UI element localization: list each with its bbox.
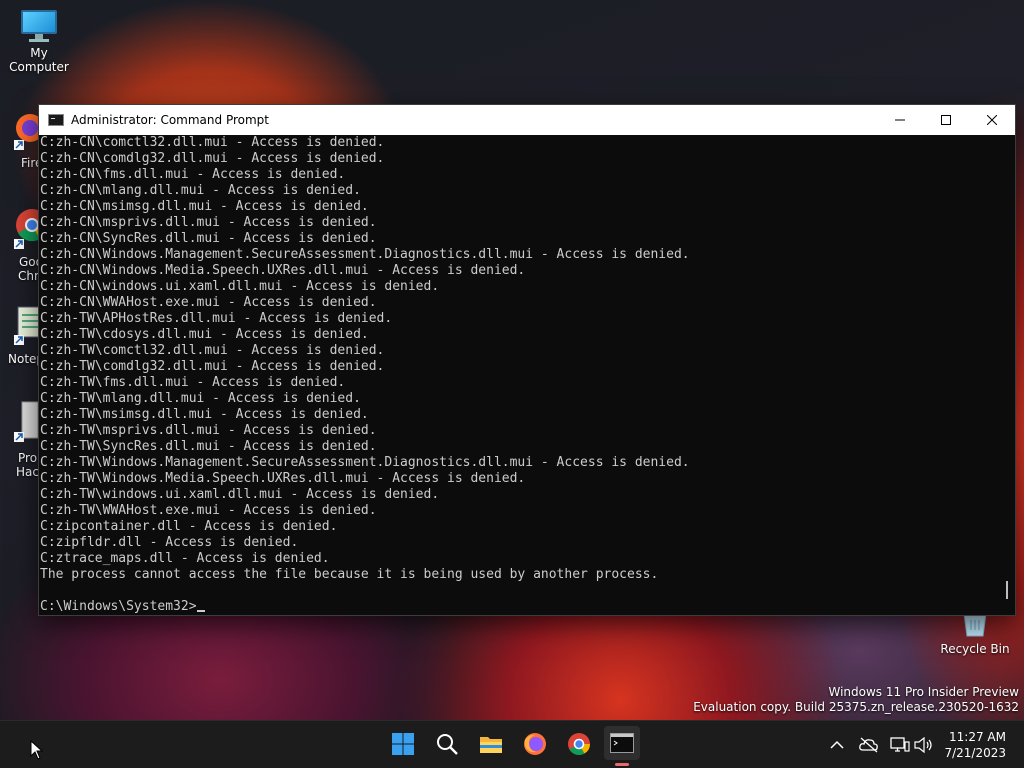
- mouse-pointer-icon: [30, 740, 44, 760]
- console-line: C:zh-CN\windows.ui.xaml.dll.mui - Access…: [40, 279, 440, 294]
- taskbar-chrome[interactable]: [564, 729, 594, 759]
- console-line: C:zh-TW\comdlg32.dll.mui - Access is den…: [40, 359, 385, 374]
- console-line: C:zh-CN\SyncRes.dll.mui - Access is deni…: [40, 231, 377, 246]
- taskbar-command-prompt[interactable]: [604, 726, 640, 766]
- console-line: C:zh-TW\cdosys.dll.mui - Access is denie…: [40, 327, 369, 342]
- firefox-icon: [14, 114, 38, 150]
- network-icon: [890, 737, 910, 752]
- chevron-up-icon: [830, 740, 844, 749]
- taskbar-start-button[interactable]: [388, 729, 418, 759]
- process-hacker-icon: [14, 401, 38, 442]
- console-line: C:zh-TW\mlang.dll.mui - Access is denied…: [40, 391, 361, 406]
- notepad-icon: [14, 306, 38, 345]
- console-line: C:zh-CN\comdlg32.dll.mui - Access is den…: [40, 151, 385, 166]
- evaluation-watermark: Windows 11 Pro Insider Preview Evaluatio…: [693, 685, 1019, 715]
- computer-icon: [19, 10, 59, 42]
- command-prompt-window[interactable]: Administrator: Command Prompt C:zh-CN\co…: [38, 104, 1016, 616]
- console-line: C:zipcontainer.dll - Access is denied.: [40, 519, 338, 534]
- minimize-button[interactable]: [877, 105, 923, 135]
- console-prompt-line: C:\Windows\System32>: [40, 599, 997, 615]
- watermark-edition: Windows 11 Pro Insider Preview: [828, 685, 1019, 699]
- start-icon: [392, 733, 414, 755]
- minimize-icon: [895, 119, 905, 121]
- clock-date: 7/21/2023: [944, 746, 1006, 760]
- console-line: C:zh-TW\APHostRes.dll.mui - Access is de…: [40, 311, 393, 326]
- tray-show-hidden-icons[interactable]: [827, 735, 847, 755]
- tray-clock[interactable]: 11:27 AM 7/21/2023: [944, 729, 1006, 761]
- console-line: C:zh-TW\msprivs.dll.mui - Access is deni…: [40, 423, 377, 438]
- maximize-button[interactable]: [923, 105, 969, 135]
- search-icon: [437, 734, 458, 755]
- console-line: C:zh-CN\comctl32.dll.mui - Access is den…: [40, 135, 385, 150]
- console-line: C:zh-TW\WWAHost.exe.mui - Access is deni…: [40, 503, 377, 518]
- active-app-indicator: [615, 763, 629, 766]
- tray-onedrive[interactable]: [859, 735, 879, 755]
- maximize-icon: [941, 115, 951, 125]
- scrollbar-thumb[interactable]: [1006, 581, 1008, 599]
- console-line: C:zh-TW\Windows.Management.SecureAssessm…: [40, 455, 690, 470]
- console-line: C:zh-CN\msprivs.dll.mui - Access is deni…: [40, 215, 377, 230]
- desktop-icon-process-hacker[interactable]: Pro Hack: [0, 400, 46, 480]
- desktop-icon-label: My Computer: [9, 46, 69, 74]
- console-line: C:zh-TW\comctl32.dll.mui - Access is den…: [40, 343, 385, 358]
- console-line: C:ztrace_maps.dll - Access is denied.: [40, 551, 330, 566]
- window-controls: [877, 105, 1015, 135]
- desktop-icon-recycle-bin[interactable]: Recycle Bin: [937, 612, 1013, 656]
- chrome-icon: [568, 733, 590, 755]
- tray-network[interactable]: [890, 735, 910, 755]
- console-line: The process cannot access the file becau…: [40, 567, 659, 582]
- desktop-icon-label: Pro: [18, 451, 38, 465]
- desktop-icon-chrome[interactable]: Goo Chro: [0, 205, 46, 285]
- console-line: C:zh-CN\fms.dll.mui - Access is denied.: [40, 167, 346, 182]
- console-line: C:zh-CN\msimsg.dll.mui - Access is denie…: [40, 199, 369, 214]
- taskbar-file-explorer[interactable]: [476, 729, 506, 759]
- clock-time: 11:27 AM: [949, 730, 1006, 744]
- chrome-icon: [14, 209, 38, 249]
- watermark-build: Evaluation copy. Build 25375.zn_release.…: [693, 700, 1019, 714]
- console-line: C:zh-CN\Windows.Media.Speech.UXRes.dll.m…: [40, 263, 526, 278]
- console-line: C:zh-TW\Windows.Media.Speech.UXRes.dll.m…: [40, 471, 526, 486]
- console-output[interactable]: C:zh-CN\comctl32.dll.mui - Access is den…: [39, 135, 997, 615]
- console-line: C:zh-TW\msimsg.dll.mui - Access is denie…: [40, 407, 369, 422]
- taskbar: 11:27 AM 7/21/2023: [0, 720, 1024, 768]
- window-title: Administrator: Command Prompt: [71, 113, 269, 127]
- desktop-icon-firefox[interactable]: Fire: [0, 110, 42, 170]
- vertical-scrollbar[interactable]: [997, 135, 1015, 615]
- firefox-icon: [524, 733, 546, 755]
- taskbar-firefox[interactable]: [520, 729, 550, 759]
- close-icon: [987, 115, 997, 125]
- text-cursor: [196, 610, 205, 612]
- tray-volume[interactable]: [914, 735, 934, 755]
- close-button[interactable]: [969, 105, 1015, 135]
- console-line: C:zh-TW\SyncRes.dll.mui - Access is deni…: [40, 439, 377, 454]
- desktop-icon-notepad[interactable]: Notep: [0, 305, 44, 369]
- volume-icon: [914, 737, 932, 753]
- desktop-icon-label: Recycle Bin: [940, 642, 1010, 656]
- title-bar[interactable]: Administrator: Command Prompt: [39, 105, 1015, 135]
- console-line: C:zh-CN\WWAHost.exe.mui - Access is deni…: [40, 295, 377, 310]
- console-line: C:zh-TW\windows.ui.xaml.dll.mui - Access…: [40, 487, 440, 502]
- cmd-icon: [48, 114, 64, 126]
- file-explorer-icon: [480, 737, 502, 753]
- taskbar-search-button[interactable]: [432, 729, 462, 759]
- cloud-offline-icon: [859, 737, 878, 753]
- terminal-icon: [610, 733, 634, 753]
- desktop-icon-my-computer[interactable]: My Computer: [1, 10, 77, 74]
- console-line: C:zh-CN\mlang.dll.mui - Access is denied…: [40, 183, 361, 198]
- console-line: C:zh-CN\Windows.Management.SecureAssessm…: [40, 247, 690, 262]
- console-line: C:zipfldr.dll - Access is denied.: [40, 535, 299, 550]
- console-line: C:zh-TW\fms.dll.mui - Access is denied.: [40, 375, 346, 390]
